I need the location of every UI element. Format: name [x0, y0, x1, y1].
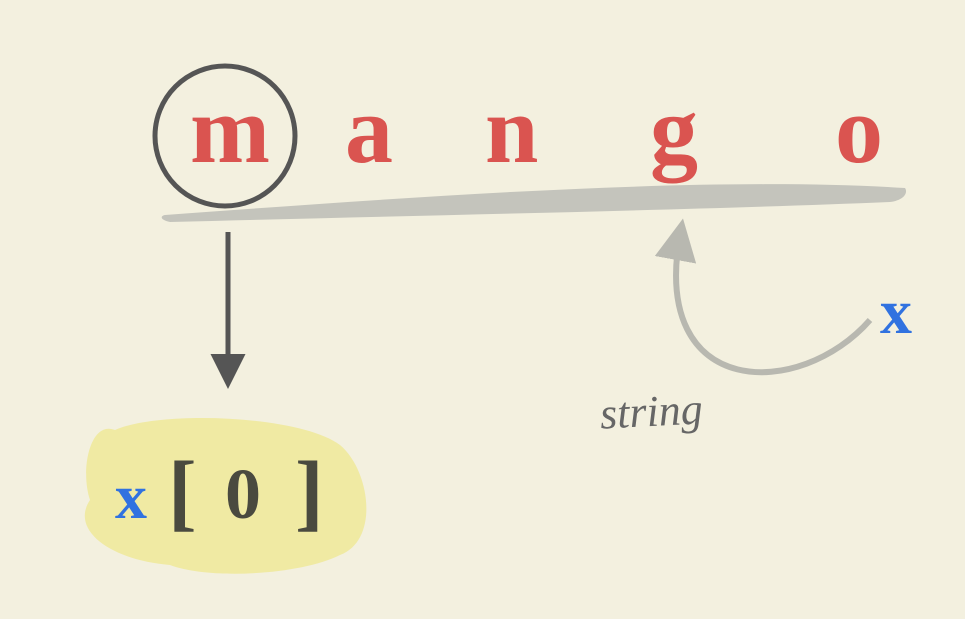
index-rbracket: ] — [295, 448, 324, 534]
arrow-from-x — [676, 235, 870, 372]
index-zero: 0 — [225, 458, 261, 530]
index-lbracket: [ — [168, 448, 197, 534]
diagram-canvas: m a n g o x string x [ 0 ] — [0, 0, 965, 619]
annotation-string: string — [599, 387, 704, 436]
letter-2: n — [485, 82, 538, 178]
variable-x: x — [880, 280, 912, 344]
index-x: x — [115, 465, 147, 529]
string-underline — [162, 184, 906, 222]
letter-0: m — [190, 82, 270, 178]
letter-4: o — [835, 82, 883, 178]
letter-3: g — [650, 82, 698, 178]
letter-1: a — [345, 82, 393, 178]
